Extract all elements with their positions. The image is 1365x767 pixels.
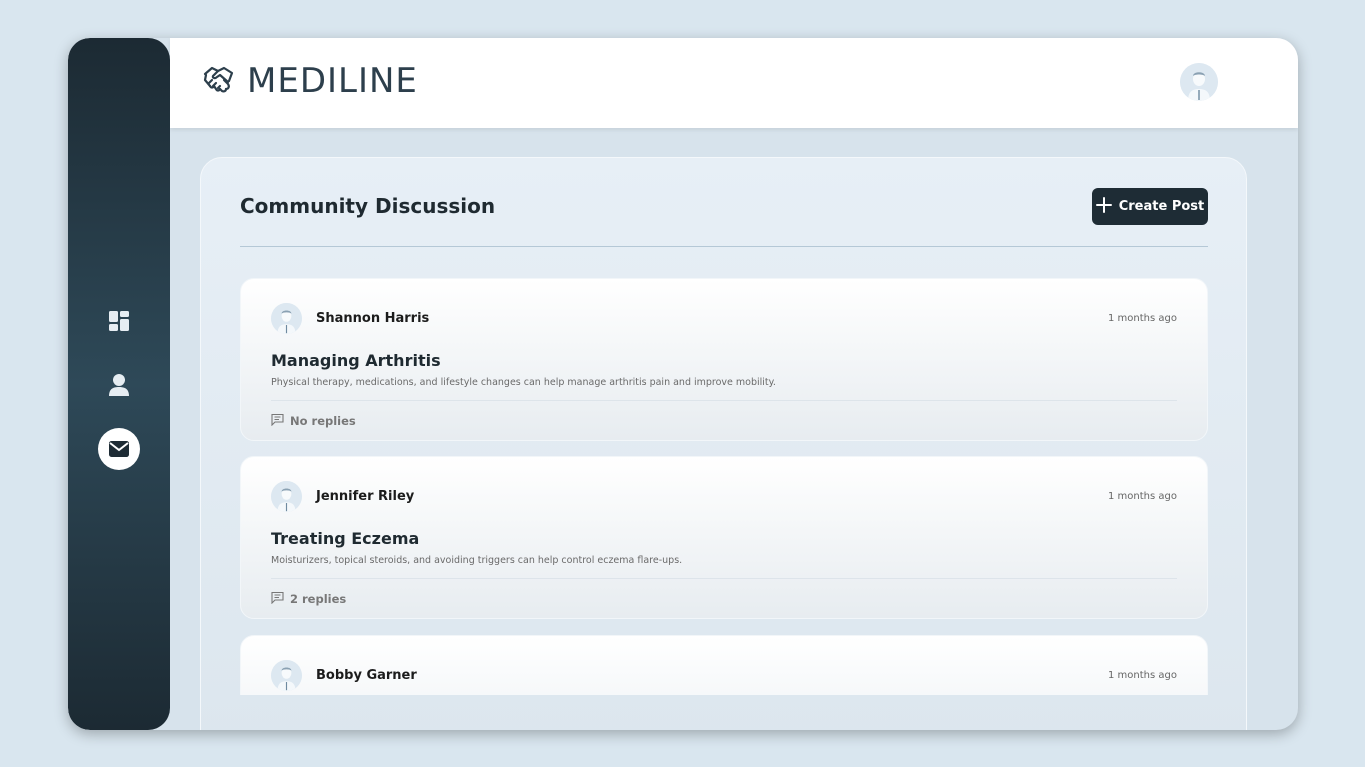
app-window: MEDILINE Community Discussion Create Pos… bbox=[68, 38, 1298, 730]
user-avatar-icon bbox=[1180, 63, 1218, 101]
post-divider bbox=[271, 400, 1177, 401]
dashboard-icon bbox=[108, 310, 130, 332]
sidebar-item-dashboard[interactable] bbox=[98, 300, 140, 342]
sidebar bbox=[68, 38, 170, 730]
replies-count: No replies bbox=[290, 414, 356, 428]
post-title[interactable]: Managing Arthritis bbox=[271, 351, 441, 370]
user-icon bbox=[108, 373, 130, 397]
post-time: 1 months ago bbox=[1108, 313, 1177, 324]
plus-icon bbox=[1095, 196, 1112, 217]
post-time: 1 months ago bbox=[1108, 491, 1177, 502]
post-time: 1 months ago bbox=[1108, 670, 1177, 681]
brand-name: MEDILINE bbox=[247, 61, 418, 101]
post-card[interactable]: Shannon Harris 1 months ago Managing Art… bbox=[240, 278, 1208, 441]
author-avatar bbox=[271, 660, 302, 691]
post-divider bbox=[271, 578, 1177, 579]
post-body: Moisturizers, topical steroids, and avoi… bbox=[271, 555, 683, 566]
mail-icon bbox=[108, 440, 130, 458]
comment-icon bbox=[271, 413, 284, 429]
post-title[interactable]: Treating Eczema bbox=[271, 529, 419, 548]
top-header: MEDILINE bbox=[170, 38, 1298, 128]
post-replies[interactable]: 2 replies bbox=[271, 591, 346, 607]
discussion-panel: Community Discussion Create Post Shannon… bbox=[200, 157, 1247, 730]
comment-icon bbox=[271, 591, 284, 607]
create-post-button[interactable]: Create Post bbox=[1092, 188, 1208, 225]
handshake-icon bbox=[202, 64, 236, 100]
sidebar-item-profile[interactable] bbox=[98, 364, 140, 406]
title-divider bbox=[240, 246, 1208, 247]
page-title: Community Discussion bbox=[240, 194, 496, 218]
post-card[interactable]: Jennifer Riley 1 months ago Treating Ecz… bbox=[240, 456, 1208, 619]
post-body: Physical therapy, medications, and lifes… bbox=[271, 377, 776, 388]
author-avatar bbox=[271, 303, 302, 334]
sidebar-item-messages[interactable] bbox=[98, 428, 140, 470]
create-post-label: Create Post bbox=[1118, 199, 1205, 214]
author-avatar bbox=[271, 481, 302, 512]
post-author[interactable]: Shannon Harris bbox=[316, 311, 429, 326]
post-author[interactable]: Bobby Garner bbox=[316, 668, 417, 683]
post-replies[interactable]: No replies bbox=[271, 413, 356, 429]
post-card[interactable]: Bobby Garner 1 months ago bbox=[240, 635, 1208, 695]
user-avatar[interactable] bbox=[1180, 63, 1218, 101]
post-author[interactable]: Jennifer Riley bbox=[316, 489, 414, 504]
replies-count: 2 replies bbox=[290, 592, 347, 606]
post-list[interactable]: Shannon Harris 1 months ago Managing Art… bbox=[240, 278, 1208, 695]
